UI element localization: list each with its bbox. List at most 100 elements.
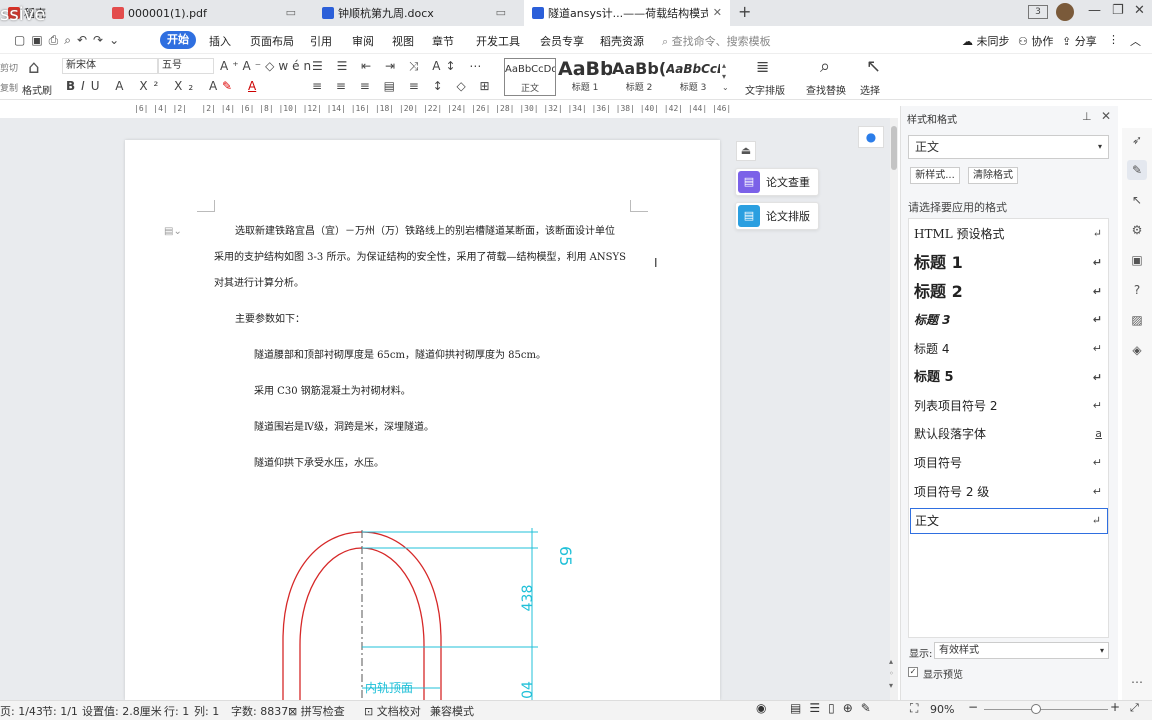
rocket-icon[interactable]: ➶	[1127, 130, 1147, 150]
tab-docx-week9[interactable]: 钟顺杭第九周.docx ▭	[314, 0, 514, 26]
paragraph-handle-icon[interactable]: ▤⌄	[164, 226, 182, 237]
spell-check-button[interactable]: ⊠ 拼写检查	[288, 703, 345, 719]
status-row: 行: 1	[164, 705, 190, 718]
tab-docx-tunnel[interactable]: 隧道ansys计...——荷载结构模式 ✕	[524, 0, 730, 26]
image-icon[interactable]: ▨	[1127, 310, 1147, 330]
format-painter-icon: ⌂	[28, 57, 40, 78]
list-tools[interactable]: ☰ ☰ ⇤ ⇥ ⤨ A↕ ⋯	[312, 59, 486, 73]
menu-start[interactable]: 开始	[160, 31, 196, 49]
avatar[interactable]	[1056, 3, 1074, 21]
menu-review[interactable]: 审阅	[352, 33, 374, 49]
new-style-button[interactable]: 新样式...	[910, 167, 960, 184]
zoom-in-icon[interactable]: +	[1110, 700, 1120, 714]
menu-reference[interactable]: 引用	[310, 33, 332, 49]
tab-pdf[interactable]: 000001(1).pdf ▭	[104, 0, 304, 26]
scrollbar-thumb[interactable]	[891, 126, 897, 170]
menu-page-layout[interactable]: 页面布局	[250, 33, 294, 49]
proofread-button[interactable]: ⊡ 文档校对	[364, 703, 421, 719]
font-size-select[interactable]: 五号	[158, 58, 214, 74]
font-style-tools[interactable]: BIU A X² X₂ A	[66, 79, 223, 93]
share-button[interactable]: ⇪ 分享	[1062, 33, 1097, 49]
vertical-scrollbar[interactable]	[890, 118, 898, 702]
style-heading-3[interactable]: AaBbCcL 标题 3	[666, 58, 720, 96]
style-item-heading-2[interactable]: 标题 2 ↵	[910, 280, 1108, 304]
more-icon[interactable]: ⋮	[1108, 33, 1119, 46]
text-layout-button[interactable]: 文字排版	[745, 82, 785, 97]
fullscreen-icon[interactable]: ⤢	[1130, 701, 1139, 715]
window-layout-icon[interactable]: 3	[1028, 5, 1048, 19]
quick-access-icons[interactable]: ▢▣⎙⌕↶↷⌄	[14, 33, 125, 47]
zoom-level[interactable]: 90%	[930, 703, 954, 716]
highlight-icon[interactable]: ✎	[222, 79, 232, 93]
font-name-select[interactable]: 新宋体	[62, 58, 158, 74]
more-options-icon[interactable]: ⋯	[1127, 672, 1147, 692]
command-search[interactable]: ⌕ 查找命令、搜索模板	[662, 33, 771, 49]
new-tab-button[interactable]: +	[738, 2, 751, 21]
style-heading-1[interactable]: AaBb 标题 1	[558, 58, 612, 96]
clear-format-button[interactable]: 清除格式	[968, 167, 1018, 184]
fit-page-icon[interactable]: ⛶	[910, 701, 918, 716]
zoom-out-icon[interactable]: −	[968, 700, 978, 714]
style-item-normal[interactable]: 正文 ↵	[910, 508, 1108, 534]
map-pin-icon[interactable]: ◈	[1127, 340, 1147, 360]
pin-pane-icon[interactable]: ⊥	[1082, 110, 1092, 123]
restore-button[interactable]: ❐	[1112, 3, 1124, 18]
cut-button[interactable]: 剪切	[0, 61, 18, 74]
location-pin-icon[interactable]: ●	[858, 126, 884, 148]
format-painter-button[interactable]: 格式刷	[22, 82, 52, 97]
style-item-html-preset[interactable]: HTML 预设格式 ↵	[910, 222, 1108, 246]
paper-layout-button[interactable]: ▤ 论文排版	[735, 202, 819, 230]
zoom-slider-thumb[interactable]	[1031, 704, 1041, 714]
collab-button[interactable]: ⚇ 协作	[1018, 33, 1053, 49]
view-mode-icons[interactable]: ▤☰▯⊕✎	[790, 701, 879, 715]
status-page[interactable]: 页: 1/43	[0, 703, 43, 719]
inbox-icon[interactable]: ▣	[1127, 250, 1147, 270]
style-normal[interactable]: AaBbCcDd 正文	[504, 58, 556, 96]
style-item-default-font[interactable]: 默认段落字体 a	[910, 422, 1108, 446]
zoom-slider[interactable]	[984, 709, 1108, 710]
menu-insert[interactable]: 插入	[209, 33, 231, 49]
style-item-heading-3[interactable]: 标题 3 ↵	[910, 308, 1108, 332]
menu-chapter[interactable]: 章节	[432, 33, 454, 49]
style-item-heading-1[interactable]: 标题 1 ↵	[910, 251, 1108, 275]
select-button[interactable]: 选择	[860, 82, 880, 97]
close-window-button[interactable]: ✕	[1134, 3, 1145, 18]
menu-docer-resources[interactable]: 稻壳资源	[600, 33, 644, 49]
show-preview-checkbox[interactable]: ✓	[908, 667, 918, 677]
style-item-heading-4[interactable]: 标题 4 ↵	[910, 337, 1108, 361]
style-item-list-bullet-2[interactable]: 列表项目符号 2 ↵	[910, 394, 1108, 418]
style-scroll-icon[interactable]: ▴ ▾ ⌄	[722, 60, 729, 93]
font-color-icon[interactable]: A	[248, 79, 256, 93]
close-pane-icon[interactable]: ✕	[1101, 109, 1111, 123]
collapse-ribbon-icon[interactable]: ︿	[1130, 33, 1141, 49]
show-label: 显示:	[909, 649, 933, 660]
eye-protect-icon[interactable]: ◉	[756, 701, 766, 715]
pin-icon[interactable]: ▭	[286, 6, 296, 19]
sync-status[interactable]: ☁ 未同步	[962, 33, 1010, 49]
help-icon[interactable]: ?	[1127, 280, 1147, 300]
minimize-button[interactable]: —	[1088, 3, 1101, 18]
paragraph-tools[interactable]: ≡ ≡ ≡ ▤ ≡ ↕ ◇ ⊞	[312, 79, 495, 93]
paper-check-button[interactable]: ▤ 论文查重	[735, 168, 819, 196]
menu-dev-tools[interactable]: 开发工具	[476, 33, 520, 49]
copy-button[interactable]: 复制	[0, 81, 18, 94]
close-icon[interactable]: ✕	[713, 6, 722, 19]
font-size-tools[interactable]: A⁺A⁻◇wén	[220, 59, 315, 73]
current-style-select[interactable]: 正文 ▾	[908, 135, 1109, 159]
menu-view[interactable]: 视图	[392, 33, 414, 49]
style-heading-2[interactable]: AaBb(标题 2	[612, 58, 666, 96]
show-preview-label: 显示预览	[923, 670, 963, 681]
status-word-count[interactable]: 字数: 8837	[231, 703, 288, 719]
find-replace-button[interactable]: 查找替换	[806, 82, 846, 97]
pen-style-icon[interactable]: ✎	[1127, 160, 1147, 180]
page-nav-icons[interactable]: ▴ ◦ ▾	[889, 656, 894, 692]
pointer-icon[interactable]: ↖	[1127, 190, 1147, 210]
pin-icon[interactable]: ▭	[496, 6, 506, 19]
menu-member[interactable]: 会员专享	[540, 33, 584, 49]
style-item-bullet[interactable]: 项目符号 ↵	[910, 451, 1108, 475]
style-item-bullet-level-2[interactable]: 项目符号 2 级 ↵	[910, 480, 1108, 504]
settings-icon[interactable]: ⚙	[1127, 220, 1147, 240]
style-item-heading-5[interactable]: 标题 5 ↵	[910, 366, 1108, 390]
show-filter-select[interactable]: 有效样式 ▾	[934, 642, 1109, 659]
collapse-float-icon[interactable]: ⏏	[736, 141, 756, 161]
